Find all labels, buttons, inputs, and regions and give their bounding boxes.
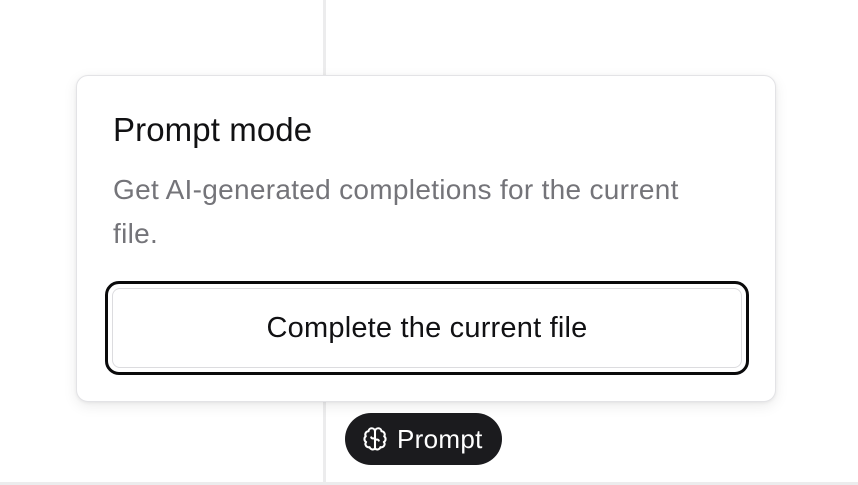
- complete-current-file-button[interactable]: Complete the current file: [105, 281, 749, 375]
- complete-current-file-label: Complete the current file: [112, 288, 742, 368]
- popover-title: Prompt mode: [113, 111, 313, 148]
- mode-pill-label: Prompt: [397, 424, 483, 454]
- popover-description: Get AI-generated completions for the cur…: [113, 174, 679, 249]
- app-canvas: Prompt mode Get AI-generated completions…: [0, 0, 858, 485]
- brain-icon: [362, 426, 388, 452]
- prompt-mode-popover: Prompt mode Get AI-generated completions…: [76, 75, 776, 402]
- prompt-mode-toggle[interactable]: Prompt: [345, 413, 502, 465]
